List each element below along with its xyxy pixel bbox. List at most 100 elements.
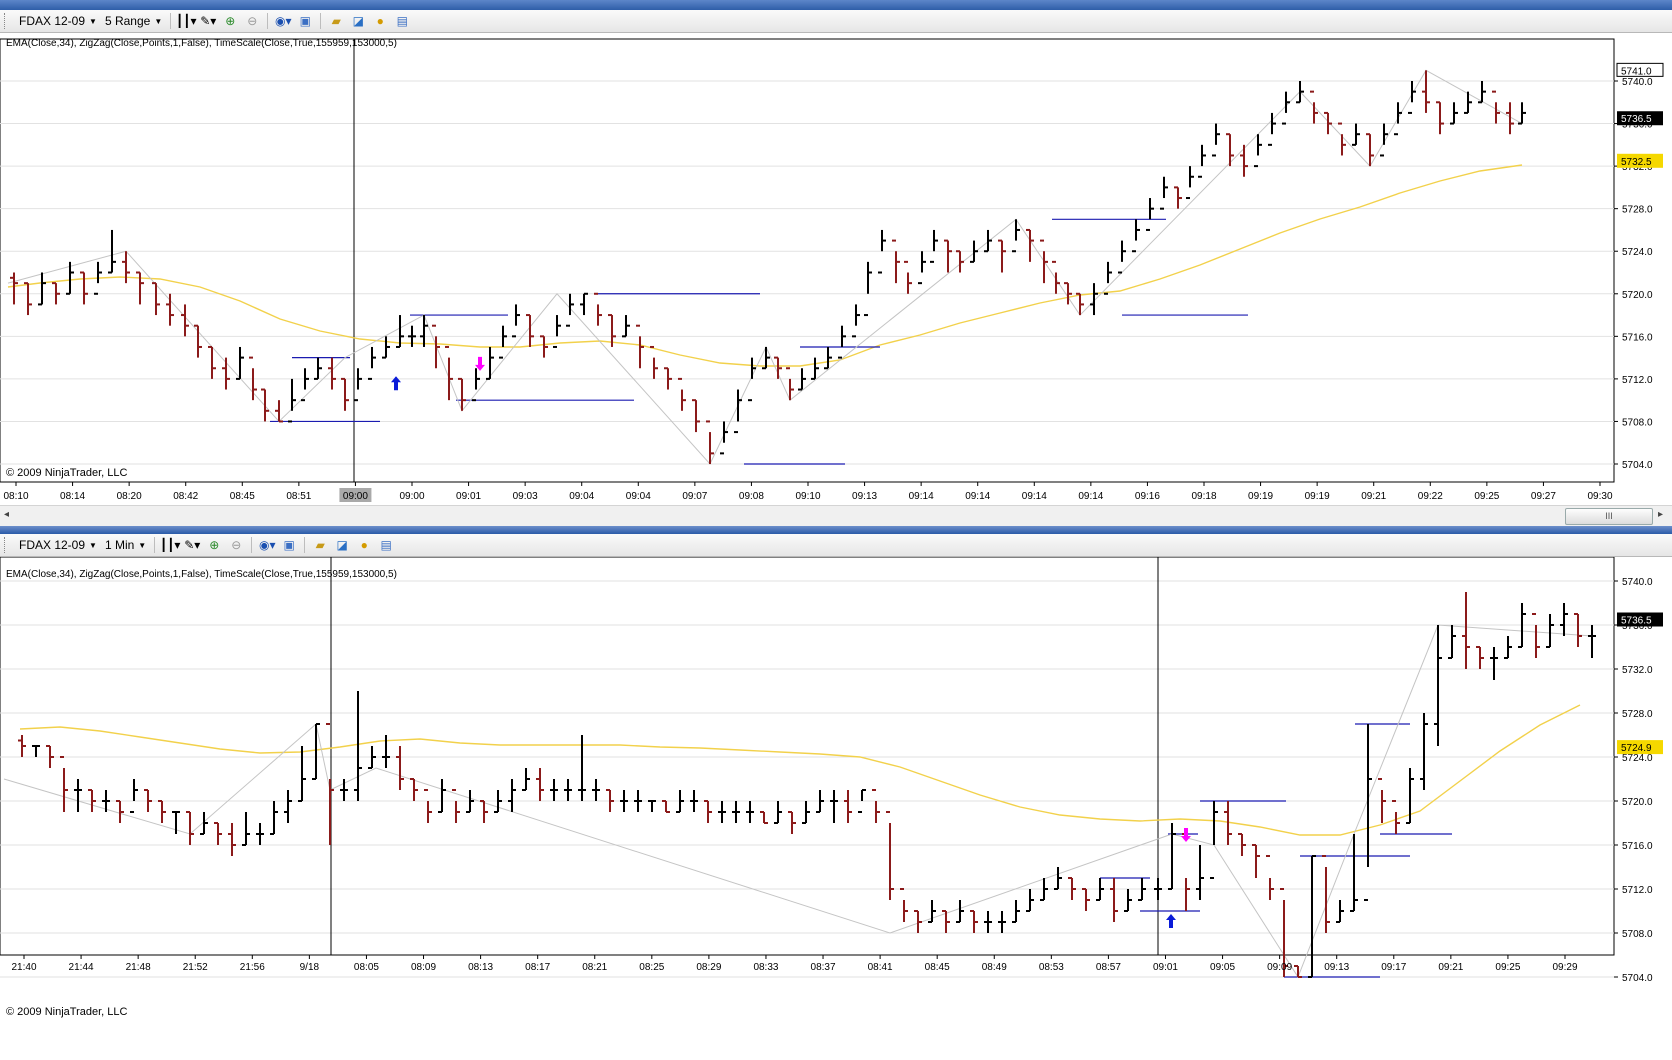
ohlc-bar[interactable] — [1082, 888, 1090, 911]
ohlc-bar[interactable] — [620, 790, 628, 812]
ohlc-bar[interactable] — [1394, 102, 1402, 136]
ohlc-bar[interactable] — [166, 293, 174, 326]
ohlc-bar[interactable] — [32, 745, 40, 757]
ohlc-bar[interactable] — [222, 357, 230, 390]
ohlc-bar[interactable] — [1160, 176, 1168, 210]
ohlc-bar[interactable] — [564, 779, 572, 801]
ohlc-bar[interactable] — [10, 272, 18, 305]
top-chart-panel[interactable]: EMA(Close,34), ZigZag(Close,Points,1,Fal… — [0, 33, 1672, 511]
ohlc-bar[interactable] — [1352, 123, 1360, 146]
ohlc-bar[interactable] — [410, 778, 418, 801]
ohlc-bar[interactable] — [438, 779, 446, 813]
ohlc-bar[interactable] — [580, 292, 588, 316]
ohlc-bar[interactable] — [774, 801, 782, 824]
ohlc-bar[interactable] — [1198, 144, 1206, 178]
globe-icon[interactable]: ◉▾ — [275, 13, 292, 29]
ohlc-bar[interactable] — [788, 811, 796, 834]
ohlc-bar[interactable] — [298, 746, 306, 802]
ohlc-bar[interactable] — [1110, 878, 1118, 922]
ohlc-bar[interactable] — [1476, 646, 1484, 669]
ohlc-bar[interactable] — [38, 272, 46, 306]
ohlc-bar[interactable] — [1186, 166, 1194, 200]
ohlc-bar[interactable] — [970, 910, 978, 933]
bar-type-icon[interactable]: ┃┃▾ — [160, 537, 180, 553]
zoom-out-icon[interactable]: ⊖ — [244, 13, 260, 29]
ohlc-bar[interactable] — [354, 368, 362, 402]
ohlc-bar[interactable] — [522, 768, 530, 791]
scroll-thumb[interactable]: III — [1565, 508, 1653, 525]
ohlc-bar[interactable] — [458, 377, 466, 411]
ohlc-bar[interactable] — [1212, 123, 1220, 157]
ohlc-bar[interactable] — [928, 900, 936, 923]
ohlc-bar[interactable] — [998, 239, 1006, 273]
ohlc-bar[interactable] — [678, 377, 686, 411]
ohlc-bar[interactable] — [592, 779, 600, 801]
ohlc-bar[interactable] — [566, 293, 574, 327]
zoom-in-icon[interactable]: ⊕ — [222, 13, 238, 29]
zoom-in-icon[interactable]: ⊕ — [206, 537, 222, 553]
ohlc-bar[interactable] — [194, 324, 202, 358]
ohlc-bar[interactable] — [18, 735, 26, 757]
ohlc-bar[interactable] — [540, 335, 548, 358]
ohlc-bar[interactable] — [956, 250, 964, 273]
ohlc-bar[interactable] — [396, 746, 404, 790]
ohlc-bar[interactable] — [892, 239, 900, 284]
ohlc-bar[interactable] — [1196, 845, 1204, 900]
zoom-out-icon[interactable]: ⊖ — [228, 537, 244, 553]
folder-icon[interactable]: ▰ — [312, 537, 328, 553]
ohlc-bar[interactable] — [802, 801, 810, 824]
ohlc-bar[interactable] — [844, 790, 852, 823]
ohlc-bar[interactable] — [1350, 834, 1358, 912]
ohlc-bar[interactable] — [1132, 219, 1140, 253]
ohlc-bar[interactable] — [424, 789, 432, 823]
ohlc-bar[interactable] — [270, 801, 278, 835]
ohlc-bar[interactable] — [1422, 70, 1430, 113]
ohlc-bar[interactable] — [704, 800, 712, 823]
ohlc-bar[interactable] — [1322, 855, 1330, 933]
ohlc-bar[interactable] — [634, 790, 642, 812]
ohlc-bar[interactable] — [1574, 613, 1582, 647]
ohlc-bar[interactable] — [312, 723, 320, 780]
instrument-selector[interactable]: FDAX 12-09 ▼ — [15, 536, 101, 554]
chart-icon[interactable]: ◪ — [334, 537, 350, 553]
ohlc-bar[interactable] — [1380, 123, 1388, 157]
ohlc-bar[interactable] — [1310, 90, 1318, 124]
scroll-right-icon[interactable]: ▸ — [1658, 509, 1663, 520]
ohlc-bar[interactable] — [746, 801, 754, 823]
toolbar-grip[interactable] — [4, 537, 9, 553]
ohlc-bar[interactable] — [1054, 867, 1062, 890]
ohlc-bar[interactable] — [650, 345, 658, 379]
scroll-left-icon[interactable]: ◂ — [4, 509, 9, 520]
ohlc-bar[interactable] — [1560, 603, 1568, 636]
ohlc-bar[interactable] — [732, 801, 740, 823]
ohlc-bar[interactable] — [852, 304, 860, 338]
ohlc-bar[interactable] — [720, 421, 728, 455]
ohlc-bar[interactable] — [24, 282, 32, 316]
ohlc-bar[interactable] — [1226, 133, 1234, 167]
ohlc-bar[interactable] — [1240, 144, 1248, 177]
ohlc-bar[interactable] — [480, 800, 488, 823]
ohlc-bar[interactable] — [1448, 625, 1456, 659]
ohlc-bar[interactable] — [984, 229, 992, 253]
ohlc-bar[interactable] — [382, 336, 390, 359]
ohlc-bar[interactable] — [1450, 102, 1458, 125]
top-chart-scrollbar[interactable]: ◂ III ▸ — [0, 505, 1672, 526]
ohlc-bar[interactable] — [914, 910, 922, 933]
properties-icon[interactable]: ▣ — [281, 537, 297, 553]
ohlc-bar[interactable] — [60, 756, 68, 812]
ohlc-bar[interactable] — [1252, 844, 1260, 878]
ohlc-bar[interactable] — [499, 325, 507, 359]
ohlc-bar[interactable] — [1436, 101, 1444, 135]
ohlc-bar[interactable] — [1124, 889, 1132, 912]
ohlc-bar[interactable] — [472, 368, 480, 402]
ohlc-bar[interactable] — [824, 346, 832, 370]
interval-selector[interactable]: 5 Range ▼ — [101, 12, 166, 30]
ohlc-bar[interactable] — [1434, 625, 1442, 746]
chart-icon[interactable]: ◪ — [350, 13, 366, 29]
bottom-price-chart[interactable]: EMA(Close,34), ZigZag(Close,Points,1,Fal… — [0, 556, 1672, 1055]
ohlc-bar[interactable] — [838, 325, 846, 359]
ohlc-bar[interactable] — [1154, 878, 1162, 900]
ohlc-bar[interactable] — [284, 790, 292, 823]
ohlc-bar[interactable] — [900, 888, 908, 922]
ohlc-bar[interactable] — [301, 368, 309, 402]
